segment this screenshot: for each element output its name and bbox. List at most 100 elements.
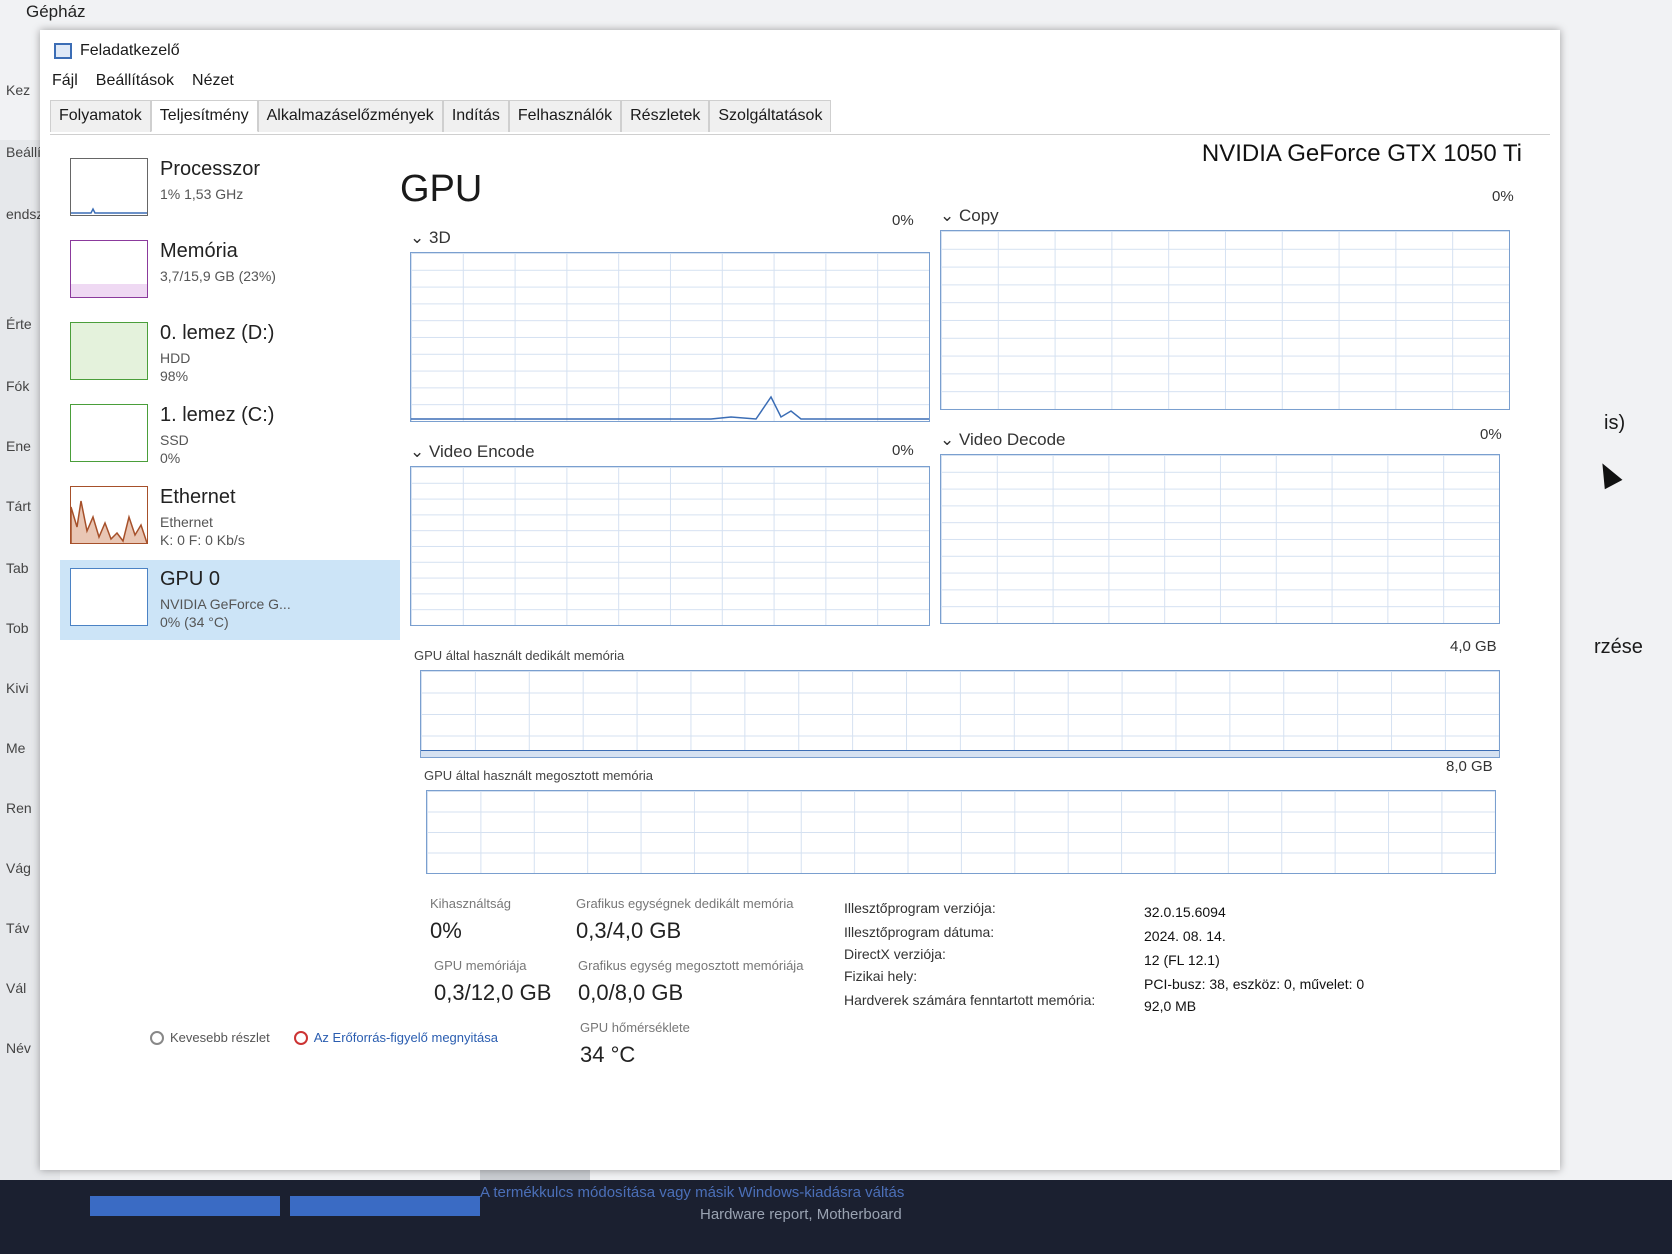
menu-options[interactable]: Beállítások xyxy=(96,72,174,90)
tab-services[interactable]: Szolgáltatások xyxy=(709,100,832,132)
hardware-report-text: Hardware report, Motherboard xyxy=(700,1206,902,1223)
graph-copy xyxy=(940,230,1510,410)
sidebar-item-label: Processzor xyxy=(160,158,261,180)
taskbar-button[interactable] xyxy=(290,1196,480,1216)
gpu-model-name: NVIDIA GeForce GTX 1050 Ti xyxy=(1201,140,1522,167)
graph-encode-label[interactable]: ⌄ Video Encode xyxy=(410,442,535,462)
graph-copy-pct: 0% xyxy=(1492,188,1514,205)
change-product-key-link[interactable]: A termékkulcs módosítása vagy másik Wind… xyxy=(480,1184,904,1201)
sidebar-item-label: 1. lemez (C:) xyxy=(160,404,275,426)
settings-sidebar-item[interactable]: Táv xyxy=(6,920,29,936)
chevron-down-icon: ⌄ xyxy=(410,442,425,461)
graph-3d-title: 3D xyxy=(428,228,451,247)
settings-sidebar-item[interactable]: Név xyxy=(6,1040,31,1056)
page-title: GPU xyxy=(400,168,483,210)
directx-version-label: DirectX verziója: xyxy=(844,946,946,962)
utilization-label: Kihasználtság xyxy=(430,896,511,911)
graph-3d xyxy=(410,252,930,422)
sidebar-item-label: Ethernet xyxy=(160,486,236,508)
memory-fill xyxy=(71,284,147,297)
settings-sidebar-item[interactable]: Tárt xyxy=(6,498,31,514)
settings-sidebar-item[interactable]: Ren xyxy=(6,800,32,816)
sidebar-item-disk-d[interactable]: 0. lemez (D:) HDD 98% xyxy=(60,314,400,394)
dedicated-memory-value: 0,3/4,0 GB xyxy=(576,918,682,943)
settings-sidebar-item[interactable]: Ene xyxy=(6,438,31,454)
shared-memory-max: 8,0 GB xyxy=(1446,758,1493,775)
taskbar-button[interactable] xyxy=(90,1196,280,1216)
settings-sidebar-item[interactable]: Vág xyxy=(6,860,31,876)
graph-decode-label[interactable]: ⌄ Video Decode xyxy=(940,430,1065,450)
sidebar-item-disk-c[interactable]: 1. lemez (C:) SSD 0% xyxy=(60,396,400,476)
graph-video-decode xyxy=(940,454,1500,624)
footer: Kevesebb részlet Az Erőforrás-figyelő me… xyxy=(150,1030,498,1045)
sidebar-item-gpu[interactable]: GPU 0 NVIDIA GeForce G... 0% (34 °C) xyxy=(60,560,400,640)
settings-text-fragment: is) xyxy=(1604,412,1626,434)
dedicated-memory-graph-label: GPU által használt dedikált memória xyxy=(414,648,625,663)
menu-view[interactable]: Nézet xyxy=(192,72,234,90)
sidebar-item-label: 0. lemez (D:) xyxy=(160,322,275,344)
graph-encode-pct: 0% xyxy=(892,442,914,459)
task-manager-window: Feladatkezelő Fájl Beállítások Nézet Fol… xyxy=(40,30,1560,1170)
sidebar-item-memory[interactable]: Memória 3,7/15,9 GB (23%) xyxy=(60,232,400,312)
taskbar-area: A termékkulcs módosítása vagy másik Wind… xyxy=(0,1180,1672,1254)
shared-memory-label: Grafikus egység megosztott memóriája xyxy=(578,958,804,973)
gpu-temperature-label: GPU hőmérséklete xyxy=(580,1020,690,1035)
open-resource-monitor-label: Az Erőforrás-figyelő megnyitása xyxy=(313,1030,498,1045)
sidebar-item-ethernet[interactable]: Ethernet Ethernet K: 0 F: 0 Kb/s xyxy=(60,478,400,558)
dedicated-memory-max: 4,0 GB xyxy=(1450,638,1497,655)
driver-date-label: Illesztőprogram dátuma: xyxy=(844,924,995,940)
sidebar-item-sub: NVIDIA GeForce G... xyxy=(160,596,291,612)
disk-c-mini-graph xyxy=(70,404,148,462)
graph-decode-pct: 0% xyxy=(1480,426,1502,443)
sidebar-item-sub: K: 0 F: 0 Kb/s xyxy=(160,532,245,548)
settings-text-fragment: rzése xyxy=(1594,636,1643,658)
ethernet-mini-graph xyxy=(70,486,148,544)
tab-app-history[interactable]: Alkalmazáselőzmények xyxy=(257,100,443,132)
gpu-temperature-value: 34 °C xyxy=(580,1042,636,1067)
sidebar-item-sub: Ethernet xyxy=(160,514,213,530)
physical-location-label: Fizikai hely: xyxy=(844,968,918,984)
tab-users[interactable]: Felhasználók xyxy=(508,100,622,132)
settings-sidebar-item[interactable]: Kivi xyxy=(6,680,29,696)
shared-memory-graph xyxy=(426,790,1496,874)
graph-copy-label[interactable]: ⌄ Copy xyxy=(940,206,999,226)
settings-sidebar-item[interactable]: Kez xyxy=(6,82,30,98)
fewer-details-button[interactable]: Kevesebb részlet xyxy=(150,1030,270,1045)
driver-version-value: 32.0.15.6094 xyxy=(1144,904,1226,920)
open-resource-monitor-link[interactable]: Az Erőforrás-figyelő megnyitása xyxy=(293,1030,498,1045)
cpu-mini-graph xyxy=(70,158,148,216)
graph-3d-label[interactable]: ⌄ 3D xyxy=(410,228,451,248)
cpu-sparkline xyxy=(71,207,147,214)
sidebar-item-label: Memória xyxy=(160,240,238,262)
sidebar-item-cpu[interactable]: Processzor 1% 1,53 GHz xyxy=(60,150,400,230)
chevron-down-icon: ⌄ xyxy=(940,430,955,449)
settings-sidebar-item[interactable]: Me xyxy=(6,740,25,756)
tab-divider xyxy=(50,134,1550,135)
menu-file[interactable]: Fájl xyxy=(52,72,78,90)
tab-bar: Folyamatok Teljesítmény Alkalmazáselőzmé… xyxy=(50,100,832,132)
gpu-memory-label: GPU memóriája xyxy=(434,958,527,973)
sidebar-item-sub: 98% xyxy=(160,368,189,384)
tab-startup[interactable]: Indítás xyxy=(442,100,509,132)
sidebar-item-sub: SSD xyxy=(160,432,189,448)
settings-sidebar-item[interactable]: Érte xyxy=(6,316,32,332)
settings-sidebar-item[interactable]: Tob xyxy=(6,620,29,636)
tab-performance[interactable]: Teljesítmény xyxy=(150,100,258,132)
performance-sidebar: Processzor 1% 1,53 GHz Memória 3,7/15,9 … xyxy=(60,150,400,1100)
dedicated-memory-graph xyxy=(420,670,1500,758)
shared-memory-value: 0,0/8,0 GB xyxy=(578,980,684,1005)
chevron-down-icon: ⌄ xyxy=(410,228,425,247)
sidebar-item-sub: 3,7/15,9 GB (23%) xyxy=(160,268,276,284)
resource-monitor-icon xyxy=(293,1030,308,1045)
directx-version-value: 12 (FL 12.1) xyxy=(1144,952,1220,968)
settings-sidebar-item[interactable]: Vál xyxy=(6,980,26,996)
settings-sidebar-item[interactable]: Tab xyxy=(6,560,29,576)
dedicated-memory-label: Grafikus egységnek dedikált memória xyxy=(576,896,794,911)
tab-processes[interactable]: Folyamatok xyxy=(50,100,151,132)
sidebar-item-sub: HDD xyxy=(160,350,191,366)
tab-details[interactable]: Részletek xyxy=(621,100,710,132)
graph-3d-line xyxy=(411,395,929,420)
utilization-value: 0% xyxy=(430,918,462,943)
settings-sidebar-item[interactable]: Fók xyxy=(6,378,29,394)
dedicated-memory-fill xyxy=(421,749,1499,757)
